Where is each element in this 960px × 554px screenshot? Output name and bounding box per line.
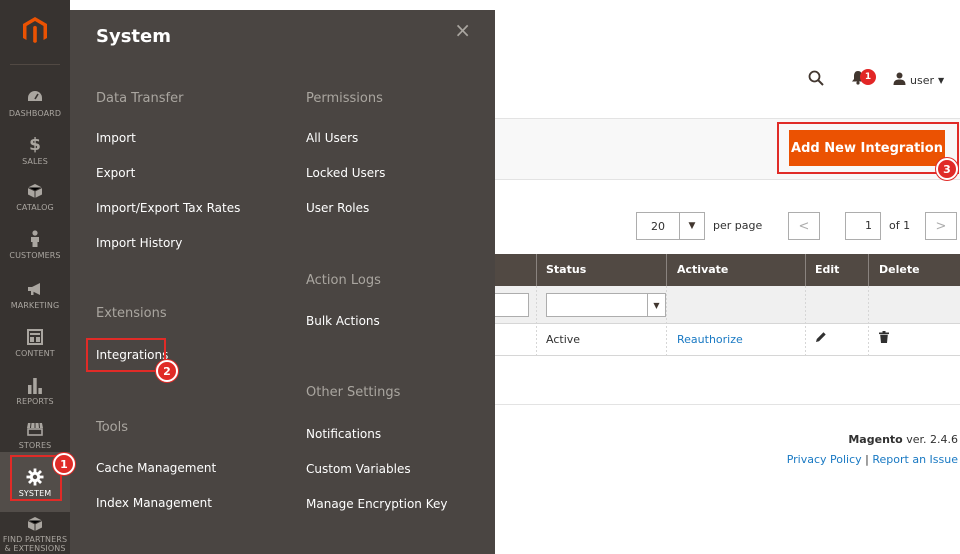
sidebar-item-label: DASHBOARD bbox=[8, 108, 62, 118]
dollar-icon: $ bbox=[29, 134, 41, 155]
highlight-add-new-integration bbox=[777, 122, 959, 174]
column-header-activate[interactable]: Activate bbox=[677, 254, 728, 286]
menu-link-custom-variables[interactable]: Custom Variables bbox=[306, 462, 411, 476]
dashboard-icon bbox=[26, 86, 44, 108]
row-status: Active bbox=[546, 333, 581, 346]
magento-logo-icon bbox=[23, 17, 47, 43]
heading-action-logs: Action Logs bbox=[306, 273, 381, 288]
version-info: Magento ver. 2.4.6 bbox=[848, 433, 958, 446]
caret-down-icon: ▼ bbox=[938, 75, 945, 85]
page-total-label: of 1 bbox=[889, 219, 911, 232]
heading-data-transfer: Data Transfer bbox=[96, 91, 184, 106]
step-badge-3: 3 bbox=[936, 158, 958, 180]
menu-link-manage-encryption-key[interactable]: Manage Encryption Key bbox=[306, 497, 447, 511]
reauthorize-link[interactable]: Reauthorize bbox=[677, 333, 743, 346]
column-divider bbox=[536, 286, 537, 356]
search-icon[interactable] bbox=[808, 70, 824, 90]
cube-icon bbox=[27, 180, 43, 202]
column-header-delete[interactable]: Delete bbox=[879, 254, 920, 286]
column-divider bbox=[868, 286, 869, 356]
flyout-title: System bbox=[96, 26, 171, 47]
version-number: ver. 2.4.6 bbox=[902, 433, 958, 446]
caret-down-icon: ▼ bbox=[688, 221, 696, 231]
menu-link-index-management[interactable]: Index Management bbox=[96, 496, 212, 510]
menu-link-import-export-tax-rates[interactable]: Import/Export Tax Rates bbox=[96, 201, 240, 215]
puzzle-cube-icon bbox=[27, 514, 43, 534]
footer-divider bbox=[495, 404, 960, 405]
person-icon bbox=[29, 228, 41, 250]
name-filter-input[interactable] bbox=[495, 293, 529, 317]
column-divider bbox=[666, 254, 667, 286]
current-page-input[interactable]: 1 bbox=[845, 212, 881, 240]
per-page-label: per page bbox=[713, 219, 763, 232]
sidebar-item-label: MARKETING bbox=[10, 300, 60, 310]
step-badge-2: 2 bbox=[156, 360, 178, 382]
sidebar-divider bbox=[10, 64, 60, 65]
status-filter-select[interactable]: ▼ bbox=[546, 293, 666, 317]
brand-name: Magento bbox=[848, 433, 903, 446]
notification-count-badge: 1 bbox=[860, 69, 876, 85]
menu-link-export[interactable]: Export bbox=[96, 166, 135, 180]
megaphone-icon bbox=[26, 278, 44, 300]
layout-icon bbox=[27, 326, 43, 348]
trash-icon[interactable] bbox=[879, 331, 889, 346]
sidebar-item-label: CATALOG bbox=[16, 202, 54, 212]
menu-link-bulk-actions[interactable]: Bulk Actions bbox=[306, 314, 380, 328]
column-divider bbox=[666, 286, 667, 356]
menu-link-import-history[interactable]: Import History bbox=[96, 236, 182, 250]
bar-chart-icon bbox=[27, 374, 43, 396]
heading-tools: Tools bbox=[96, 420, 129, 435]
system-flyout-menu: System × Data Transfer Import Export Imp… bbox=[70, 10, 495, 554]
sidebar-item-label-line2: & EXTENSIONS bbox=[4, 544, 66, 554]
user-icon bbox=[893, 72, 906, 88]
menu-link-locked-users[interactable]: Locked Users bbox=[306, 166, 385, 180]
highlight-integrations bbox=[86, 338, 166, 372]
menu-link-notifications[interactable]: Notifications bbox=[306, 427, 381, 441]
pencil-icon[interactable] bbox=[815, 331, 827, 346]
next-page-button[interactable]: > bbox=[925, 212, 957, 240]
user-name: user bbox=[910, 73, 934, 87]
privacy-policy-link[interactable]: Privacy Policy bbox=[787, 453, 862, 466]
per-page-select[interactable]: 20 ▼ bbox=[636, 212, 705, 240]
magento-logo[interactable] bbox=[0, 0, 70, 62]
heading-extensions: Extensions bbox=[96, 306, 167, 321]
footer-separator: | bbox=[861, 453, 873, 466]
column-divider bbox=[805, 254, 806, 286]
sidebar-item-label: CUSTOMERS bbox=[9, 250, 61, 260]
user-menu[interactable]: user ▼ bbox=[893, 72, 944, 88]
caret-down-icon: ▼ bbox=[647, 294, 665, 316]
heading-other-settings: Other Settings bbox=[306, 385, 401, 400]
close-icon[interactable]: × bbox=[454, 20, 471, 40]
sidebar-item-label: CONTENT bbox=[15, 348, 55, 358]
heading-permissions: Permissions bbox=[306, 91, 383, 106]
prev-page-button[interactable]: < bbox=[788, 212, 820, 240]
report-issue-link[interactable]: Report an Issue bbox=[872, 453, 958, 466]
menu-link-import[interactable]: Import bbox=[96, 131, 136, 145]
menu-link-user-roles[interactable]: User Roles bbox=[306, 201, 369, 215]
storefront-icon bbox=[26, 418, 44, 440]
column-header-edit[interactable]: Edit bbox=[815, 254, 839, 286]
step-badge-1: 1 bbox=[53, 453, 75, 475]
menu-link-all-users[interactable]: All Users bbox=[306, 131, 358, 145]
per-page-value: 20 bbox=[637, 213, 680, 239]
footer-links: Privacy Policy | Report an Issue bbox=[787, 453, 958, 466]
column-header-status[interactable]: Status bbox=[546, 254, 586, 286]
column-divider bbox=[868, 254, 869, 286]
sidebar-item-label: STORES bbox=[18, 440, 52, 450]
sidebar-item-find-partners[interactable]: FIND PARTNERS & EXTENSIONS bbox=[0, 506, 70, 554]
column-divider bbox=[805, 286, 806, 356]
column-divider bbox=[536, 254, 537, 286]
menu-link-cache-management[interactable]: Cache Management bbox=[96, 461, 216, 475]
